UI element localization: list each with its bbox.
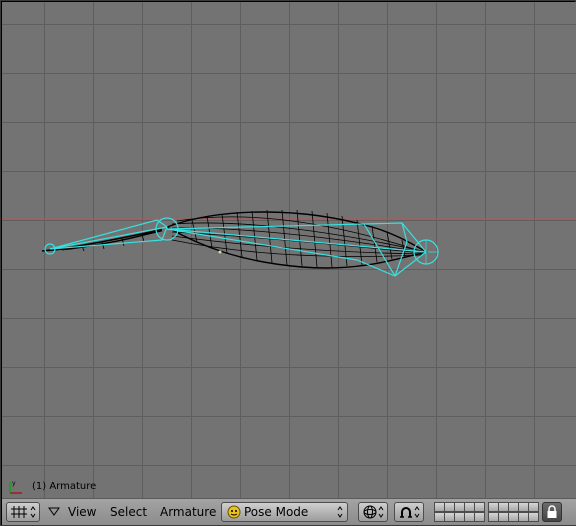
layer-buttons-group-1 (434, 502, 485, 522)
object-info-label: (1) Armature (32, 481, 97, 492)
draw-type-button[interactable] (358, 502, 388, 522)
scene-canvas[interactable] (2, 2, 576, 498)
pivot-button[interactable] (394, 502, 424, 522)
menu-select[interactable]: Select (110, 505, 147, 519)
bone-1[interactable] (49, 219, 168, 250)
layer-button[interactable] (528, 512, 539, 522)
horseshoe-icon (400, 507, 412, 518)
mode-select[interactable]: Pose Mode (221, 502, 348, 522)
layer-buttons-group-2 (488, 502, 539, 522)
3d-viewport[interactable]: y (1) Armature (2, 2, 576, 498)
grid-icon (11, 506, 27, 518)
bone-2[interactable] (166, 222, 408, 277)
3d-view-header: View Select Armature Pose Mode (2, 498, 576, 525)
collapse-menus-triangle-icon[interactable] (48, 507, 60, 517)
mode-select-label: Pose Mode (244, 505, 309, 519)
blender-3d-view-window: y (1) Armature View Select Armature Pose… (0, 0, 576, 526)
updown-arrows-icon (30, 506, 36, 518)
pose-mode-icon (227, 505, 241, 519)
svg-text:y: y (12, 480, 16, 487)
menu-view[interactable]: View (68, 505, 96, 519)
window-type-button[interactable] (6, 502, 40, 522)
axis-gizmo: y (9, 480, 22, 494)
armature-bones[interactable] (44, 217, 439, 277)
object-origin-dot (218, 250, 222, 254)
layer-button[interactable] (528, 502, 539, 512)
menu-armature[interactable]: Armature (160, 505, 216, 519)
layer-button[interactable] (474, 502, 485, 512)
layer-button[interactable] (474, 512, 485, 522)
updown-arrows-icon (414, 506, 420, 518)
updown-arrows-icon (337, 506, 343, 518)
updown-arrows-icon (378, 506, 384, 518)
lock-layers-button[interactable] (542, 502, 562, 522)
lock-icon (547, 505, 557, 518)
wire-sphere-icon (363, 505, 377, 519)
